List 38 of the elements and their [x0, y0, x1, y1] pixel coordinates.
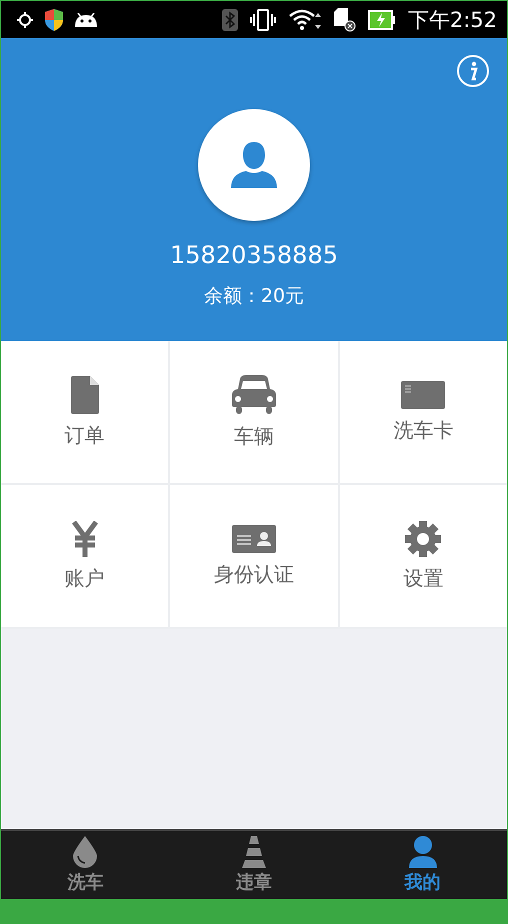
menu-item[interactable]: 身份认证 [170, 485, 338, 627]
shield-icon [45, 8, 63, 30]
menu-label: 账户 [64, 564, 105, 592]
drop-icon [73, 836, 98, 868]
menu-label: 洗车卡 [393, 416, 454, 444]
balance-text: 余额：20元 [204, 284, 304, 309]
menu-item[interactable]: 洗车卡 [340, 341, 507, 483]
status-time: 下午2:52 [408, 6, 497, 34]
car-icon [232, 374, 276, 414]
person-icon [408, 836, 437, 868]
nav-tab[interactable]: 洗车 [1, 831, 170, 899]
yen-icon [72, 520, 98, 556]
traffic-cone-icon [240, 836, 268, 868]
document-icon [70, 376, 99, 414]
menu-item[interactable]: 订单 [1, 341, 168, 483]
info-icon [468, 61, 478, 81]
phone-number: 15820358885 [170, 241, 338, 269]
info-button[interactable] [457, 55, 489, 87]
sd-card-icon [334, 8, 356, 32]
android-icon [75, 12, 97, 26]
nav-tab[interactable]: 违章 [170, 831, 338, 899]
menu-item[interactable]: 设置 [340, 485, 507, 627]
menu-item[interactable]: 车辆 [170, 341, 338, 483]
battery-icon [368, 10, 396, 30]
menu-item[interactable]: 账户 [1, 485, 168, 627]
card-icon [401, 380, 446, 408]
menu-label: 订单 [64, 422, 105, 448]
crosshair-icon [17, 12, 33, 28]
menu-label: 设置 [403, 564, 444, 592]
menu-label: 身份认证 [214, 560, 294, 588]
id-card-icon [232, 524, 276, 552]
vibrate-icon [250, 8, 276, 30]
nav-tab[interactable]: 我的 [338, 831, 508, 899]
bluetooth-icon [222, 8, 238, 30]
person-icon [231, 142, 277, 188]
wifi-icon [288, 8, 322, 30]
settings-icon [405, 520, 442, 556]
menu-label: 车辆 [234, 422, 274, 450]
